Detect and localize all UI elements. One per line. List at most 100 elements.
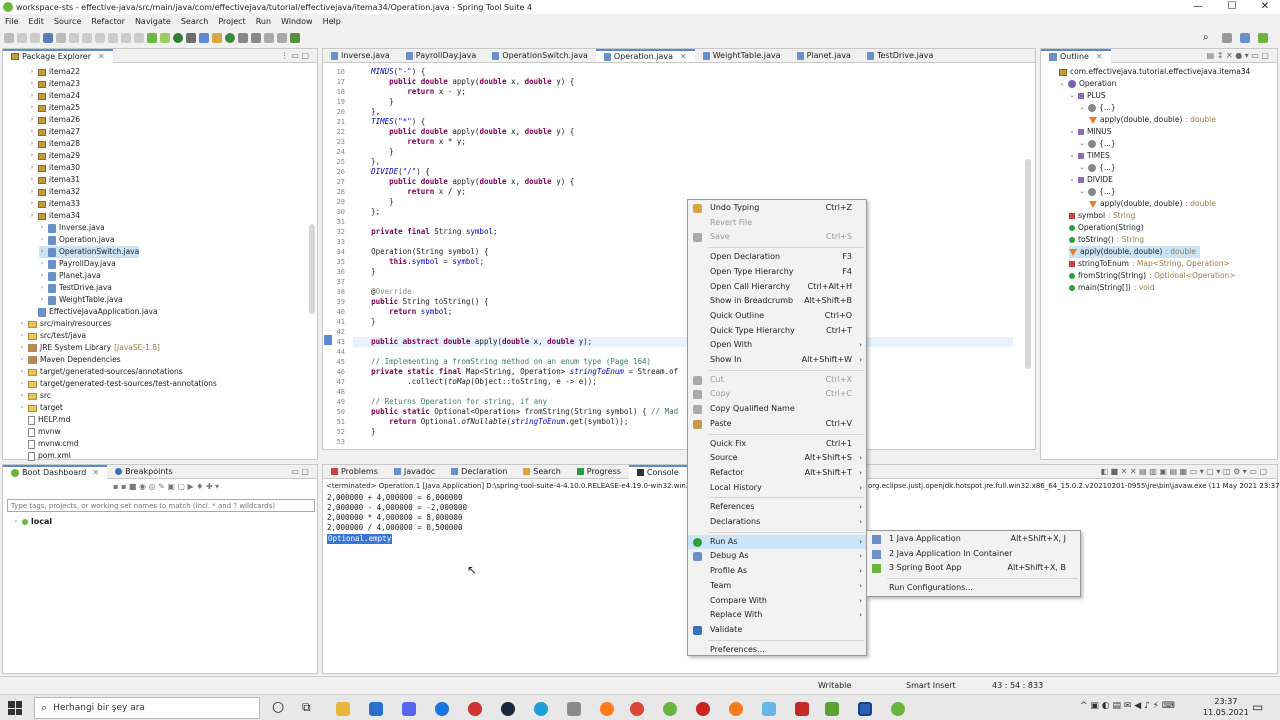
tree-item[interactable]: › Maven Dependencies (19, 354, 121, 366)
close-outline-icon[interactable]: ✕ (1096, 50, 1103, 64)
code-line[interactable]: } (353, 317, 1013, 327)
outline-item[interactable]: ⌄ DIVIDE (1069, 174, 1112, 186)
app-icon-8[interactable] (858, 702, 872, 716)
expand-arrow-icon[interactable]: › (19, 390, 25, 402)
tree-item[interactable]: › itema31 (29, 174, 80, 186)
expand-arrow-icon[interactable]: › (29, 90, 35, 102)
menu-item-run-as[interactable]: Run As › (688, 534, 866, 549)
editor-scrollbar[interactable] (1025, 159, 1031, 369)
boot-dashboard-toolbar[interactable]: ▪ ▪ ■ ◉ ◎ ✎ ▣ ▢ ▶ ♦ ✚ ▾ (113, 482, 219, 491)
spring-icon[interactable] (290, 33, 300, 43)
code-line[interactable]: } (353, 97, 1013, 107)
menu-item-declarations[interactable]: Declarations › (688, 515, 866, 529)
run-as-item[interactable]: 3 Spring Boot App Alt+Shift+X, B (867, 561, 1080, 575)
code-line[interactable]: public double apply(double x, double y) … (353, 127, 1013, 137)
menu-run[interactable]: Run (251, 15, 276, 29)
app-icon-6[interactable] (795, 702, 809, 716)
tree-item[interactable]: pom.xml (19, 450, 71, 462)
menu-item-open-with[interactable]: Open With › (688, 338, 866, 352)
tree-item[interactable]: › src (19, 390, 51, 402)
terminal-icon[interactable] (43, 33, 53, 43)
code-line[interactable]: @Override (353, 287, 1013, 297)
steam-icon[interactable] (501, 702, 515, 716)
outline-item[interactable]: toString(): String (1069, 234, 1144, 246)
code-line[interactable]: }; (353, 207, 1013, 217)
app-icon-9[interactable] (891, 702, 905, 716)
close-boot-tab-icon[interactable]: ✕ (92, 466, 99, 480)
expand-icon[interactable]: › (13, 518, 19, 525)
app-icon-1[interactable] (435, 702, 449, 716)
menu-item-open-call-hierarchy[interactable]: Open Call Hierarchy Ctrl+Alt+H (688, 280, 866, 294)
expand-arrow-icon[interactable]: › (29, 162, 35, 174)
expand-arrow-icon[interactable]: ⌄ (1079, 162, 1085, 174)
outline-item[interactable]: ⌄ {...} (1079, 138, 1116, 150)
resume-icon[interactable] (69, 33, 79, 43)
expand-arrow-icon[interactable]: ⌄ (1069, 150, 1075, 162)
code-line[interactable]: // Implementing a fromString method on a… (353, 357, 1013, 367)
expand-arrow-icon[interactable]: › (39, 234, 45, 246)
boot-dashboard-filter-input[interactable] (7, 499, 315, 512)
code-line[interactable]: return symbol; (353, 307, 1013, 317)
debug-toolbar-icon[interactable] (160, 33, 170, 43)
expand-arrow-icon[interactable]: › (39, 294, 45, 306)
boot-view-menu-icon[interactable]: ▭ ▢ (291, 467, 309, 476)
expand-arrow-icon[interactable]: › (29, 114, 35, 126)
tab-search[interactable]: Search (515, 465, 568, 479)
expand-arrow-icon[interactable]: ⌄ (1079, 102, 1085, 114)
tree-item[interactable]: mvnw (19, 426, 61, 438)
tree-item[interactable]: › itema26 (29, 114, 80, 126)
tree-item[interactable]: › src/test/java (19, 330, 86, 342)
editor-tab[interactable]: PayrollDay.java (398, 49, 485, 62)
new-icon[interactable] (4, 33, 14, 43)
expand-arrow-icon[interactable]: › (39, 246, 45, 258)
code-line[interactable]: // Returns Operation for string, if any (353, 397, 1013, 407)
code-line[interactable]: return x / y; (353, 187, 1013, 197)
tab-outline[interactable]: Outline ✕ (1041, 48, 1111, 64)
tree-item[interactable]: › itema34 (29, 210, 80, 222)
cortana-icon[interactable]: ○ (272, 699, 284, 715)
code-line[interactable]: } (353, 427, 1013, 437)
skip-breakpoints-icon[interactable] (56, 33, 66, 43)
search-icon[interactable]: ⌕ (1203, 32, 1209, 43)
code-line[interactable]: return Optional.ofNullable(stringToEnum.… (353, 417, 1013, 427)
outline-item[interactable]: ⌄ TIMES (1069, 150, 1109, 162)
tree-item[interactable]: › target/generated-sources/annotations (19, 366, 183, 378)
external-tools-icon[interactable] (186, 33, 196, 43)
outline-item[interactable]: apply(double, double): double (1089, 198, 1216, 210)
close-editor-tab-icon[interactable]: ✕ (680, 50, 687, 63)
tab-progress[interactable]: Progress (569, 465, 629, 479)
outline-item[interactable]: fromString(String): Optional<Operation> (1069, 270, 1236, 282)
menu-item-copy[interactable]: Copy Ctrl+C (688, 387, 866, 401)
outline-item[interactable]: ⌄ {...} (1079, 162, 1116, 174)
notification-icon[interactable]: ▭ (1252, 700, 1263, 714)
new-class-icon[interactable] (225, 33, 235, 43)
code-line[interactable]: DIVIDE("/") { (353, 167, 1013, 177)
outline-item[interactable]: ⌄ PLUS (1069, 90, 1105, 102)
tab-boot-dashboard[interactable]: Boot Dashboard ✕ (3, 464, 108, 480)
menu-item-source[interactable]: Source Alt+Shift+S › (688, 451, 866, 465)
tree-item[interactable]: › Inverse.java (39, 222, 105, 234)
search-toolbar-icon[interactable] (251, 33, 261, 43)
opera-icon[interactable] (468, 702, 482, 716)
console-selected-line[interactable]: Optional.empty (327, 534, 393, 544)
expand-arrow-icon[interactable]: › (19, 330, 25, 342)
tree-item[interactable]: › itema23 (29, 78, 80, 90)
tree-item[interactable]: › itema25 (29, 102, 80, 114)
tree-item[interactable]: › OperationSwitch.java (39, 246, 140, 258)
editor-tab[interactable]: Operation.java ✕ (595, 49, 695, 63)
menu-item-refactor[interactable]: Refactor Alt+Shift+T › (688, 466, 866, 480)
menu-item-revert-file[interactable]: Revert File (688, 216, 866, 230)
new-java-project-icon[interactable] (199, 33, 209, 43)
tree-item[interactable]: › Planet.java (39, 270, 101, 282)
expand-arrow-icon[interactable]: › (29, 102, 35, 114)
code-line[interactable]: TIMES("*") { (353, 117, 1013, 127)
editor-tab[interactable]: TestDrive.java (859, 49, 941, 62)
tree-item[interactable]: › itema30 (29, 162, 80, 174)
menu-item-compare-with[interactable]: Compare With › (688, 594, 866, 608)
code-line[interactable]: }, (353, 107, 1013, 117)
code-line[interactable]: Operation(String symbol) { (353, 247, 1013, 257)
menu-source[interactable]: Source (49, 15, 86, 29)
expand-arrow-icon[interactable]: ⌄ (1069, 174, 1075, 186)
tree-item[interactable]: › itema22 (29, 66, 80, 78)
expand-arrow-icon[interactable]: › (29, 174, 35, 186)
